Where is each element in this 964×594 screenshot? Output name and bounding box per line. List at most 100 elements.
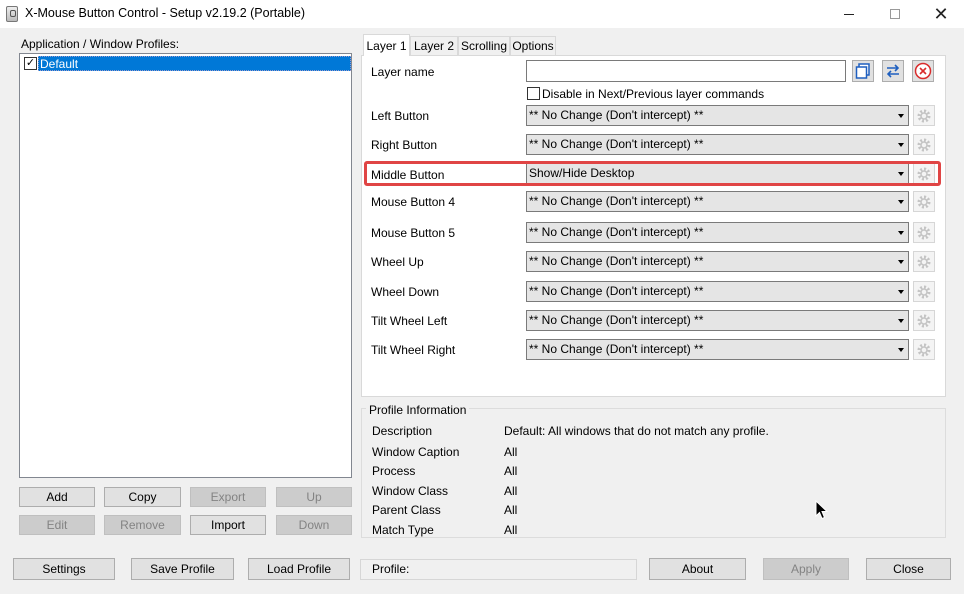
profiles-label: Application / Window Profiles: [21,37,180,51]
mapping-label-left-button: Left Button [371,109,430,123]
import-button[interactable]: Import [190,515,266,535]
maximize-icon [890,9,900,19]
apply-button[interactable]: Apply [763,558,849,580]
chevron-down-icon [898,319,904,323]
close-icon: ✕ [933,3,949,24]
settings-button[interactable]: Settings [13,558,115,580]
chevron-down-icon [898,200,904,204]
minimize-button[interactable] [826,0,872,28]
down-button[interactable]: Down [276,515,352,535]
chevron-down-icon [898,290,904,294]
wheel-up-action-select[interactable]: ** No Change (Don't intercept) ** [526,251,909,272]
info-value-window-class: All [504,484,518,498]
tilt-wheel-right-action-select[interactable]: ** No Change (Don't intercept) ** [526,339,909,360]
disable-layer-checkbox[interactable] [527,87,540,100]
app-mouse-icon [6,6,18,22]
mouse-button-5-settings-button[interactable] [913,222,935,243]
profile-list[interactable]: ✓ Default [19,53,352,478]
mapping-label-right-button: Right Button [371,138,438,152]
mouse-button-4-settings-button[interactable] [913,191,935,212]
mapping-label-wheel-up: Wheel Up [371,255,424,269]
profile-information-title: Profile Information [366,403,470,417]
tilt-wheel-left-action-select[interactable]: ** No Change (Don't intercept) ** [526,310,909,331]
window-title: X-Mouse Button Control - Setup v2.19.2 (… [25,6,306,20]
mouse-button-5-action-select[interactable]: ** No Change (Don't intercept) ** [526,222,909,243]
gear-icon [917,138,931,151]
tab-scrolling[interactable]: Scrolling [458,36,510,56]
info-value-description: Default: All windows that do not match a… [504,424,769,438]
info-value-match-type: All [504,523,518,537]
mouse-pointer-icon [815,500,829,520]
mapping-label-mouse-button-4: Mouse Button 4 [371,195,456,209]
export-button[interactable]: Export [190,487,266,507]
chevron-down-icon [898,260,904,264]
gear-icon [917,109,931,122]
layer-name-input[interactable] [526,60,846,82]
middle-button-highlight [364,161,941,186]
tab-options[interactable]: Options [510,36,556,56]
left-button-action-value: ** No Change (Don't intercept) ** [529,108,704,122]
tilt-wheel-right-settings-button[interactable] [913,339,935,360]
wheel-up-settings-button[interactable] [913,251,935,272]
gear-icon [917,314,931,327]
clear-layer-button[interactable] [912,60,934,82]
copy-button[interactable]: Copy [104,487,181,507]
gear-icon [917,285,931,298]
left-button-action-select[interactable]: ** No Change (Don't intercept) ** [526,105,909,126]
chevron-down-icon [898,231,904,235]
info-label-description: Description [372,424,433,438]
disable-layer-label: Disable in Next/Previous layer commands [542,87,765,101]
tab-layer-2[interactable]: Layer 2 [410,36,458,56]
left-button-settings-button[interactable] [913,105,935,126]
right-button-action-select[interactable]: ** No Change (Don't intercept) ** [526,134,909,155]
right-button-settings-button[interactable] [913,134,935,155]
mouse-button-4-action-select[interactable]: ** No Change (Don't intercept) ** [526,191,909,212]
mapping-label-tilt-wheel-left: Tilt Wheel Left [371,314,448,328]
mapping-label-tilt-wheel-right: Tilt Wheel Right [371,343,456,357]
minimize-icon [844,13,854,15]
tab-layer-1[interactable]: Layer 1 [363,34,410,56]
up-button[interactable]: Up [276,487,352,507]
close-button[interactable]: Close [866,558,951,580]
mapping-label-wheel-down: Wheel Down [371,285,440,299]
wheel-down-settings-button[interactable] [913,281,935,302]
right-button-action-value: ** No Change (Don't intercept) ** [529,137,704,151]
tilt-wheel-left-settings-button[interactable] [913,310,935,331]
info-label-window-caption: Window Caption [372,445,460,459]
mouse-button-5-action-value: ** No Change (Don't intercept) ** [529,225,704,239]
gear-icon [917,255,931,268]
remove-button[interactable]: Remove [104,515,181,535]
profile-name[interactable]: Default [38,56,351,71]
wheel-down-action-select[interactable]: ** No Change (Don't intercept) ** [526,281,909,302]
layer-name-label: Layer name [371,65,435,79]
wheel-down-action-value: ** No Change (Don't intercept) ** [529,284,704,298]
info-label-window-class: Window Class [372,484,449,498]
close-window-button[interactable]: ✕ [918,0,964,28]
gear-icon [917,343,931,356]
info-value-window-caption: All [504,445,518,459]
tilt-wheel-left-action-value: ** No Change (Don't intercept) ** [529,313,704,327]
edit-button[interactable]: Edit [19,515,95,535]
wheel-up-action-value: ** No Change (Don't intercept) ** [529,254,704,268]
copy-icon [855,63,870,79]
gear-icon [917,195,931,208]
mouse-button-4-action-value: ** No Change (Don't intercept) ** [529,194,704,208]
add-button[interactable]: Add [19,487,95,507]
info-label-parent-class: Parent Class [372,503,441,517]
tilt-wheel-right-action-value: ** No Change (Don't intercept) ** [529,342,704,356]
info-label-match-type: Match Type [372,523,434,537]
copy-layer-button[interactable] [852,60,874,82]
profile-row-default[interactable]: ✓ Default [22,56,351,71]
maximize-button[interactable] [872,0,918,28]
profile-checkbox[interactable]: ✓ [24,57,37,70]
swap-arrows-icon [886,64,900,78]
about-button[interactable]: About [649,558,746,580]
info-label-process: Process [372,464,416,478]
mapping-label-mouse-button-5: Mouse Button 5 [371,226,456,240]
save-profile-button[interactable]: Save Profile [131,558,234,580]
load-profile-button[interactable]: Load Profile [248,558,350,580]
info-value-process: All [504,464,518,478]
swap-layer-button[interactable] [882,60,904,82]
clear-x-icon [914,62,932,80]
chevron-down-icon [898,348,904,352]
